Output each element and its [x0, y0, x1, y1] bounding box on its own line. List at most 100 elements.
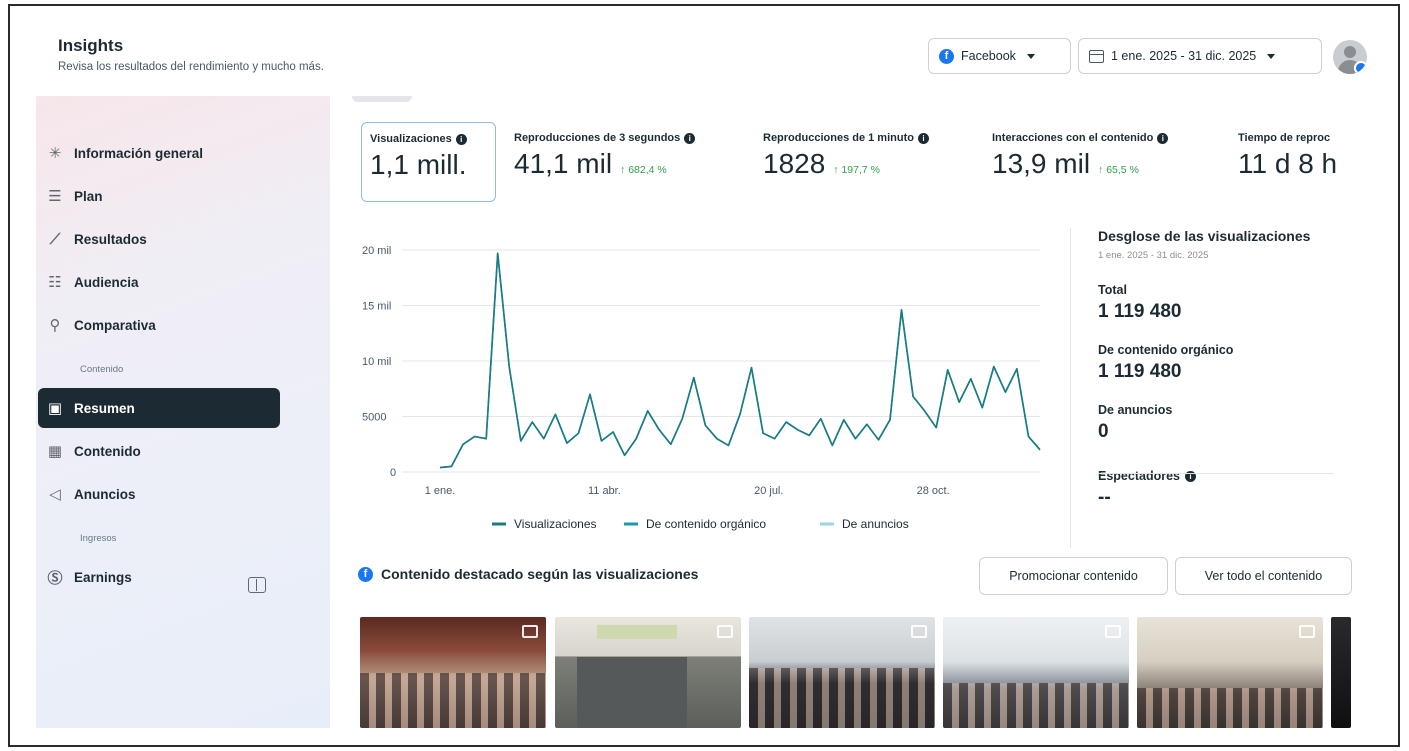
views-breakdown-panel: Desglose de las visualizaciones 1 ene. 2… [1098, 228, 1348, 509]
breakdown-total-value: 1 119 480 [1098, 301, 1182, 322]
sidebar-item-informacion-general[interactable]: ✳ Información general [38, 133, 280, 173]
sidebar-item-label: Earnings [74, 569, 132, 585]
summary-icon: ▣ [47, 400, 63, 417]
metric-label: Visualizaciones i [370, 133, 487, 145]
tab-indicator [352, 96, 412, 102]
info-icon: i [455, 133, 467, 145]
platform-selector[interactable]: f Facebook [928, 38, 1071, 74]
x-tick-label: 11 abr. [588, 485, 621, 497]
metric-delta: ↑ 197,7 % [833, 164, 880, 176]
metric-delta: ↑ 682,4 % [620, 164, 667, 176]
metric-card-tiempo[interactable]: Tiempo de reproc 11 d 8 h [1230, 122, 1352, 202]
dollar-icon: Ⓢ [47, 569, 63, 587]
sidebar-item-resumen[interactable]: ▣ Resumen [38, 388, 280, 428]
sidebar-item-contenido[interactable]: ▦ Contenido [38, 431, 280, 471]
sidebar-item-label: Información general [74, 145, 204, 161]
megaphone-icon: ◁ [49, 486, 61, 503]
content-thumbnail[interactable] [360, 617, 546, 728]
info-icon: i [684, 132, 696, 144]
sidebar-item-label: Plan [74, 188, 103, 204]
breakdown-ads-label: De anuncios [1098, 403, 1173, 417]
metric-card-reproducciones-3s[interactable]: Reproducciones de 3 segundos i 41,1 mil ↑ … [506, 122, 746, 202]
audience-icon: ☷ [48, 274, 62, 291]
sidebar-item-anuncios[interactable]: ◁ Anuncios [38, 474, 280, 514]
featured-title-text: Contenido destacado según las visualizac… [381, 566, 699, 582]
breakdown-viewers-label: Espectadores i [1098, 469, 1348, 483]
metric-label: Interacciones con el contenido i [992, 132, 1216, 144]
sidebar-item-earnings[interactable]: Ⓢ Earnings [38, 557, 280, 597]
compare-icon: ⚲ [49, 317, 61, 334]
list-icon: ☰ [48, 188, 62, 205]
content-thumbnail[interactable] [943, 617, 1129, 728]
breakdown-viewers-label-text: Espectadores [1098, 469, 1180, 483]
avatar[interactable] [1333, 40, 1367, 74]
facebook-icon: f [358, 566, 373, 582]
metric-card-visualizaciones[interactable]: Visualizaciones i 1,1 mill. [361, 122, 496, 202]
y-tick-label: 0 [390, 467, 396, 479]
metric-value: 13,9 mil [992, 148, 1091, 179]
sidebar-item-audiencia[interactable]: ☷ Audiencia [38, 262, 280, 302]
metric-value: 41,1 mil [514, 148, 613, 179]
content-thumbnail[interactable] [1331, 617, 1351, 728]
sidebar-collapse-button[interactable] [248, 577, 266, 593]
sidebar-item-label: Anuncios [74, 486, 136, 502]
sidebar-item-plan[interactable]: ☰ Plan [38, 176, 280, 216]
sidebar-item-comparativa[interactable]: ⚲ Comparativa [38, 305, 280, 345]
metric-label-text: Reproducciones de 3 segundos [514, 132, 681, 144]
platform-label: Facebook [961, 49, 1016, 63]
content-thumbnail[interactable] [555, 617, 741, 728]
metric-card-interacciones[interactable]: Interacciones con el contenido i 13,9 mil… [984, 122, 1224, 202]
gallery-icon [1105, 625, 1121, 638]
section-label-contenido: Contenido [80, 364, 124, 375]
y-tick-label: 10 mil [362, 356, 391, 368]
metric-card-reproducciones-1min[interactable]: Reproducciones de 1 minuto i 1828 ↑ 197,7 … [755, 122, 977, 202]
gallery-icon [911, 625, 927, 638]
metric-label: Reproducciones de 3 segundos i [514, 132, 738, 144]
y-tick-label: 5000 [362, 412, 386, 424]
sidebar-item-label: Audiencia [74, 274, 139, 290]
legend-label: De contenido orgánico [646, 517, 766, 531]
sidebar-item-label: Contenido [74, 443, 141, 459]
gallery-icon [1299, 625, 1315, 638]
sidebar-item-label: Resultados [74, 231, 147, 247]
table-icon: ▦ [47, 443, 63, 460]
breakdown-range: 1 ene. 2025 - 31 dic. 2025 [1098, 250, 1209, 261]
section-label-ingresos: Ingresos [80, 533, 117, 544]
date-range-label: 1 ene. 2025 - 31 dic. 2025 [1111, 49, 1257, 63]
y-tick-label: 20 mil [362, 245, 391, 257]
breakdown-viewers-value: -- [1098, 487, 1111, 508]
chevron-down-icon [1026, 53, 1035, 59]
facebook-badge-icon [1354, 61, 1367, 74]
breakdown-organic-label: De contenido orgánico [1098, 343, 1234, 357]
page-title: Insights [58, 36, 124, 55]
gallery-icon [717, 625, 733, 638]
chevron-down-icon [1267, 53, 1276, 59]
trend-icon: ⟋ [49, 230, 61, 248]
metric-label-text: Visualizaciones [370, 133, 452, 145]
content-thumbnail[interactable] [749, 617, 935, 728]
views-line-chart: 0 5000 10 mil 15 mil 20 mil 1 ene. 11 abr. 20 j… [362, 245, 1041, 531]
featured-content-title: f Contenido destacado según las visualiz… [358, 566, 698, 582]
metric-label: Reproducciones de 1 minuto i [763, 132, 969, 144]
sidebar-item-label: Resumen [74, 400, 135, 416]
metric-label-text: Tiempo de reproc [1238, 132, 1331, 144]
metric-label: Tiempo de reproc [1238, 132, 1344, 144]
metric-label-text: Interacciones con el contenido [992, 132, 1154, 144]
info-icon: i [1157, 132, 1169, 144]
info-icon: i [917, 132, 929, 144]
metric-value: 1,1 mill. [370, 149, 467, 180]
breakdown-total-label: Total [1098, 283, 1127, 297]
legend-label: De anuncios [842, 517, 909, 531]
calendar-icon [1089, 49, 1104, 63]
y-tick-label: 15 mil [362, 301, 391, 313]
content-thumbnail[interactable] [1137, 617, 1323, 728]
facebook-icon: f [939, 48, 954, 64]
breakdown-separator [1098, 473, 1334, 474]
series-line-visualizaciones [439, 252, 1041, 469]
legend-label: Visualizaciones [514, 517, 597, 531]
gallery-icon [522, 625, 538, 638]
promote-content-button[interactable]: Promocionar contenido [979, 557, 1168, 595]
view-all-content-button[interactable]: Ver todo el contenido [1175, 557, 1352, 595]
sidebar-item-resultados[interactable]: ⟋ Resultados [38, 219, 280, 259]
date-range-picker[interactable]: 1 ene. 2025 - 31 dic. 2025 [1078, 38, 1322, 74]
